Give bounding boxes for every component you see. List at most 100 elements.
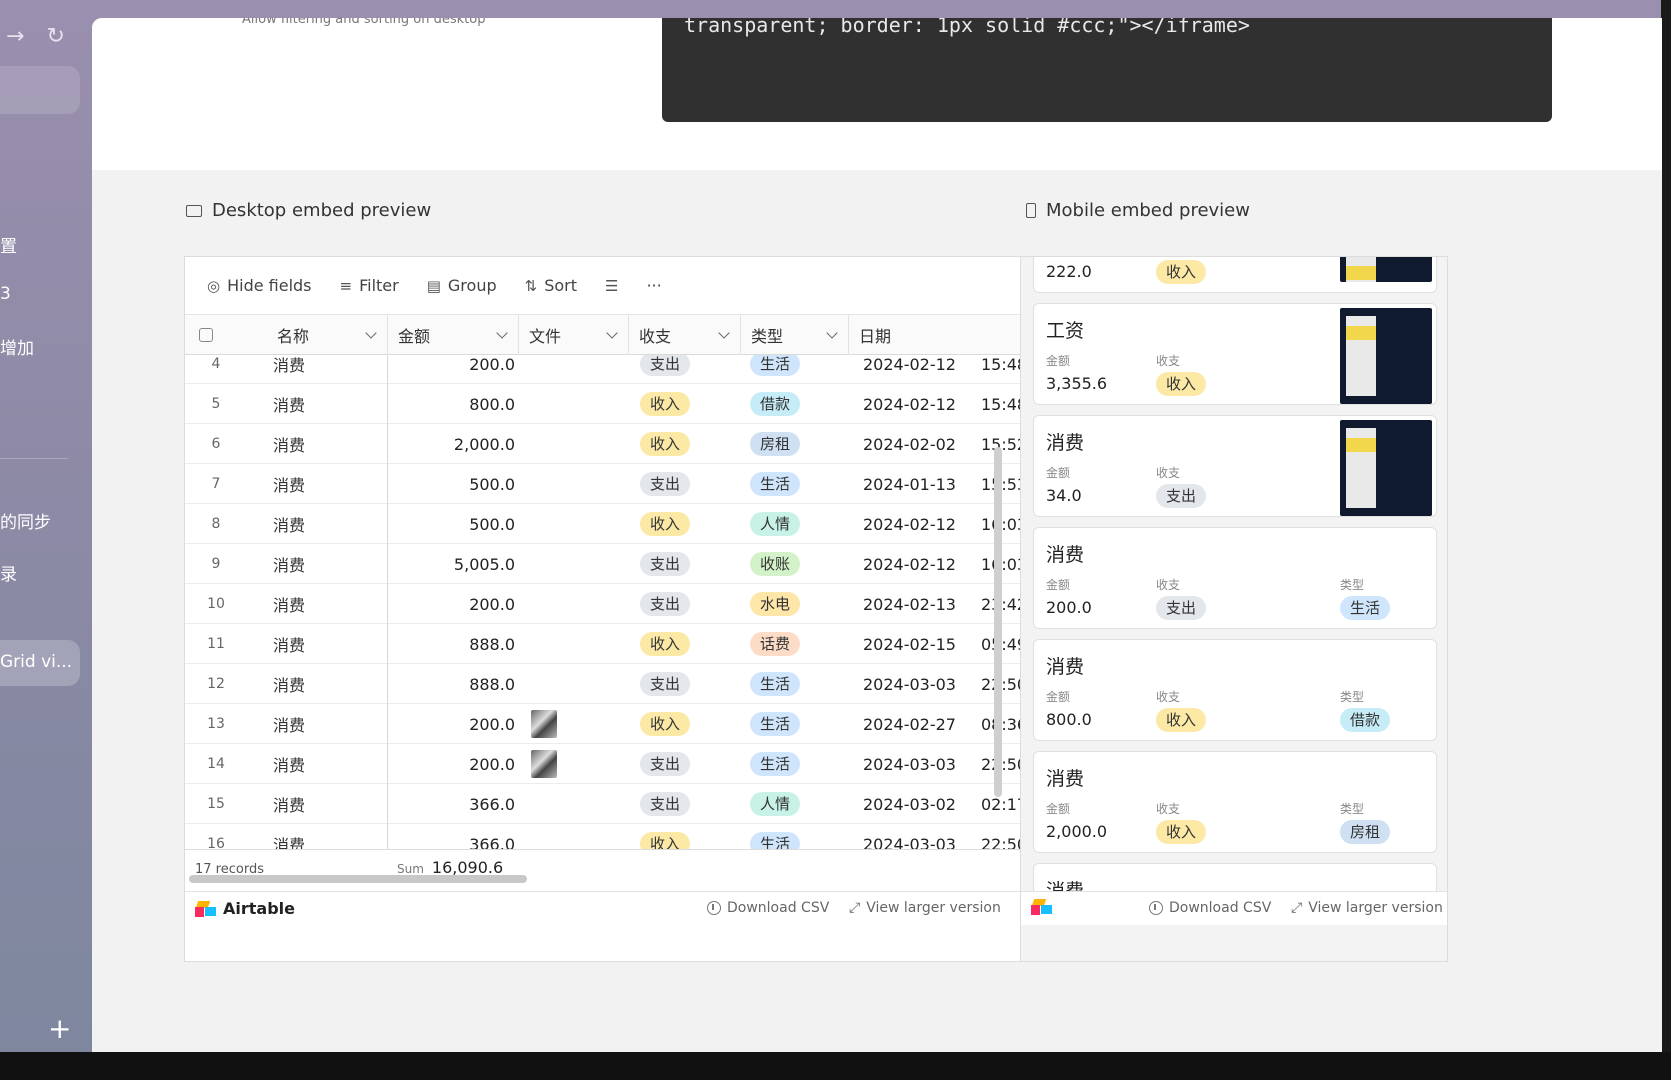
reload-icon[interactable]: ↻ [46, 24, 64, 49]
name-cell[interactable]: 消费 [273, 424, 373, 464]
download-csv-link[interactable]: Download CSV [707, 900, 829, 916]
airtable-brand[interactable]: Airtable [195, 899, 295, 918]
name-cell[interactable]: 消费 [273, 584, 373, 624]
airtable-brand[interactable] [1031, 899, 1053, 915]
income-expense-cell[interactable]: 收入 [640, 384, 740, 424]
income-expense-cell[interactable]: 收入 [640, 504, 740, 544]
type-cell[interactable]: 生活 [750, 824, 850, 849]
file-cell[interactable] [531, 664, 631, 704]
table-row[interactable]: 6 消费 2,000.0 收入 房租 2024-02-02 15:52 [185, 424, 1059, 464]
column-header-name[interactable]: 名称 [247, 315, 388, 355]
table-row[interactable]: 4 消费 200.0 支出 生活 2024-02-12 15:48 [185, 355, 1059, 384]
type-cell[interactable]: 生活 [750, 744, 850, 784]
type-cell[interactable]: 生活 [750, 355, 850, 384]
row-height-button[interactable]: ☰ [605, 277, 618, 295]
income-expense-cell[interactable]: 支出 [640, 744, 740, 784]
file-cell[interactable] [531, 704, 631, 744]
date-cell[interactable]: 2024-02-02 [863, 424, 973, 464]
amount-cell[interactable]: 200.0 [395, 744, 515, 784]
mobile-record-card[interactable]: 222.0 收入 [1033, 257, 1437, 293]
date-cell[interactable]: 2024-02-12 [863, 544, 973, 584]
income-expense-cell[interactable]: 支出 [640, 584, 740, 624]
table-row[interactable]: 9 消费 5,005.0 支出 收账 2024-02-12 16:03 [185, 544, 1059, 584]
income-expense-cell[interactable]: 支出 [640, 784, 740, 824]
sidebar-item-grid-view[interactable]: Grid vi... [0, 652, 72, 672]
card-attachment-thumbnail[interactable] [1340, 308, 1432, 404]
table-row[interactable]: 7 消费 500.0 支出 生活 2024-01-13 15:53 [185, 464, 1059, 504]
file-cell[interactable] [531, 744, 631, 784]
file-cell[interactable] [531, 544, 631, 584]
file-cell[interactable] [531, 824, 631, 849]
income-expense-cell[interactable]: 收入 [640, 624, 740, 664]
type-cell[interactable]: 房租 [750, 424, 850, 464]
table-row[interactable]: 12 消费 888.0 支出 生活 2024-03-03 22:50 [185, 664, 1059, 704]
column-header-income-expense[interactable]: 收支 [629, 315, 741, 355]
date-cell[interactable]: 2024-01-13 [863, 464, 973, 504]
view-larger-link[interactable]: ⤢ View larger version [1291, 900, 1443, 916]
table-row[interactable]: 11 消费 888.0 收入 话费 2024-02-15 05:49 [185, 624, 1059, 664]
sidebar-item-3[interactable]: 的同步 [0, 508, 51, 533]
name-cell[interactable]: 消费 [273, 544, 373, 584]
type-cell[interactable]: 生活 [750, 664, 850, 704]
name-cell[interactable]: 消费 [273, 624, 373, 664]
type-cell[interactable]: 人情 [750, 784, 850, 824]
income-expense-cell[interactable]: 收入 [640, 824, 740, 849]
file-cell[interactable] [531, 584, 631, 624]
name-cell[interactable]: 消费 [273, 664, 373, 704]
name-cell[interactable]: 消费 [273, 744, 373, 784]
date-cell[interactable]: 2024-02-13 [863, 584, 973, 624]
name-cell[interactable]: 消费 [273, 464, 373, 504]
file-cell[interactable] [531, 464, 631, 504]
mobile-record-card[interactable]: 工资 金额 3,355.6 收支 收入 [1033, 303, 1437, 405]
select-all-checkbox[interactable] [199, 328, 213, 342]
mobile-record-card[interactable]: 消费 金额 800.0 收支 收入 类型 借款 [1033, 639, 1437, 741]
card-attachment-thumbnail[interactable] [1340, 420, 1432, 516]
name-cell[interactable]: 消费 [273, 784, 373, 824]
chevron-down-icon[interactable] [718, 327, 730, 339]
group-button[interactable]: ▤ Group [427, 276, 497, 295]
amount-cell[interactable]: 5,005.0 [395, 544, 515, 584]
attachment-thumbnail[interactable] [531, 750, 557, 778]
date-cell[interactable]: 2024-03-02 [863, 784, 973, 824]
date-cell[interactable]: 2024-02-12 [863, 504, 973, 544]
card-attachment-thumbnail[interactable] [1340, 257, 1432, 282]
type-cell[interactable]: 人情 [750, 504, 850, 544]
chevron-down-icon[interactable] [496, 327, 508, 339]
date-cell[interactable]: 2024-03-03 [863, 824, 973, 850]
name-cell[interactable]: 消费 [273, 824, 373, 849]
horizontal-scrollbar[interactable] [189, 875, 527, 883]
file-cell[interactable] [531, 355, 631, 384]
income-expense-cell[interactable]: 支出 [640, 544, 740, 584]
chevron-down-icon[interactable] [606, 327, 618, 339]
date-cell[interactable]: 2024-02-27 [863, 704, 973, 744]
income-expense-cell[interactable]: 收入 [640, 704, 740, 744]
table-row[interactable]: 5 消费 800.0 收入 借款 2024-02-12 15:48 [185, 384, 1059, 424]
name-cell[interactable]: 消费 [273, 355, 373, 384]
income-expense-cell[interactable]: 收入 [640, 424, 740, 464]
type-cell[interactable]: 借款 [750, 384, 850, 424]
date-cell[interactable]: 2024-02-15 [863, 624, 973, 664]
amount-cell[interactable]: 200.0 [395, 355, 515, 384]
type-cell[interactable]: 生活 [750, 464, 850, 504]
date-cell[interactable]: 2024-03-03 [863, 664, 973, 704]
column-header-file[interactable]: 文件 [519, 315, 629, 355]
date-cell[interactable]: 2024-03-03 [863, 744, 973, 784]
file-cell[interactable] [531, 624, 631, 664]
date-cell[interactable]: 2024-02-12 [863, 384, 973, 424]
table-row[interactable]: 13 消费 200.0 收入 生活 2024-02-27 08:36 [185, 704, 1059, 744]
type-cell[interactable]: 话费 [750, 624, 850, 664]
type-cell[interactable]: 生活 [750, 704, 850, 744]
sidebar-item-top[interactable] [0, 66, 80, 114]
embed-code-block[interactable]: transparent; border: 1px solid #ccc;"></… [662, 18, 1552, 122]
amount-cell[interactable]: 800.0 [395, 384, 515, 424]
amount-cell[interactable]: 888.0 [395, 664, 515, 704]
mobile-record-card[interactable]: 消费 金额 200.0 收支 支出 类型 生活 [1033, 527, 1437, 629]
table-row[interactable]: 14 消费 200.0 支出 生活 2024-03-03 22:50 [185, 744, 1059, 784]
file-cell[interactable] [531, 384, 631, 424]
file-cell[interactable] [531, 424, 631, 464]
type-cell[interactable]: 收账 [750, 544, 850, 584]
income-expense-cell[interactable]: 支出 [640, 664, 740, 704]
sidebar-item-2[interactable]: 增加 [0, 334, 34, 359]
amount-cell[interactable]: 200.0 [395, 704, 515, 744]
name-cell[interactable]: 消费 [273, 384, 373, 424]
